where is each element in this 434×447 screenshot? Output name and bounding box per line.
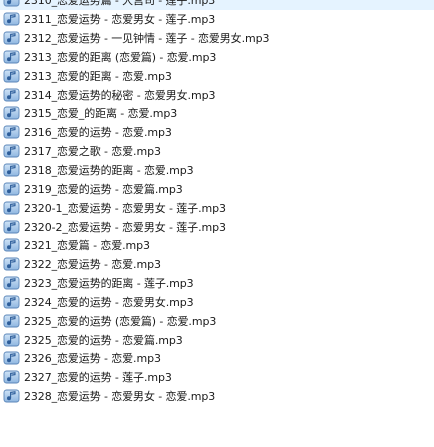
file-list-item[interactable]: 2326_恋爱运势 - 恋爱.mp3 [0, 349, 434, 368]
audio-file-icon [3, 333, 20, 347]
file-list-item[interactable]: 2325_恋爱的运势 (恋爱篇) - 恋爱.mp3 [0, 311, 434, 330]
file-list-item[interactable]: 2320-1_恋爱运势 - 恋爱男女 - 莲子.mp3 [0, 198, 434, 217]
file-list-item[interactable]: 2312_恋爱运势 - 一见钟情 - 莲子 - 恋爱男女.mp3 [0, 29, 434, 48]
file-list-item[interactable]: 2317_恋爱之歌 - 恋爱.mp3 [0, 142, 434, 161]
audio-file-icon [3, 351, 20, 365]
file-list-item[interactable]: 2327_恋爱的运势 - 莲子.mp3 [0, 368, 434, 387]
file-list: 2310_恋爱运势篇 - 大宫司 - 莲子.mp3 2311_恋爱运势 - 恋爱… [0, 0, 434, 447]
file-name: 2312_恋爱运势 - 一见钟情 - 莲子 - 恋爱男女.mp3 [24, 32, 270, 46]
audio-file-icon [3, 12, 20, 26]
file-name: 2320-1_恋爱运势 - 恋爱男女 - 莲子.mp3 [24, 201, 226, 215]
file-name: 2323_恋爱运势的距离 - 莲子.mp3 [24, 277, 194, 291]
file-list-item[interactable]: 2316_恋爱的运势 - 恋爱.mp3 [0, 123, 434, 142]
file-list-item[interactable]: 2325_恋爱的运势 - 恋爱篇.mp3 [0, 330, 434, 349]
file-list-item[interactable]: 2314_恋爱运势的秘密 - 恋爱男女.mp3 [0, 85, 434, 104]
file-name: 2316_恋爱的运势 - 恋爱.mp3 [24, 126, 172, 140]
file-name: 2324_恋爱的运势 - 恋爱男女.mp3 [24, 295, 194, 309]
file-list-item[interactable]: 2315_恋爱_的距离 - 恋爱.mp3 [0, 104, 434, 123]
file-name: 2314_恋爱运势的秘密 - 恋爱男女.mp3 [24, 88, 216, 102]
audio-file-icon [3, 238, 20, 252]
audio-file-icon [3, 125, 20, 139]
file-list-rows: 2310_恋爱运势篇 - 大宫司 - 莲子.mp3 2311_恋爱运势 - 恋爱… [0, 0, 434, 406]
audio-file-icon [3, 182, 20, 196]
file-list-item[interactable]: 2320-2_恋爱运势 - 恋爱男女 - 莲子.mp3 [0, 217, 434, 236]
file-list-item[interactable]: 2324_恋爱的运势 - 恋爱男女.mp3 [0, 293, 434, 312]
file-name: 2322_恋爱运势 - 恋爱.mp3 [24, 258, 161, 272]
file-name: 2325_恋爱的运势 (恋爱篇) - 恋爱.mp3 [24, 314, 217, 328]
file-name: 2319_恋爱的运势 - 恋爱篇.mp3 [24, 182, 183, 196]
audio-file-icon [3, 69, 20, 83]
file-list-item[interactable]: 2313_恋爱的距离 (恋爱篇) - 恋爱.mp3 [0, 48, 434, 67]
audio-file-icon [3, 389, 20, 403]
file-list-item[interactable]: 2319_恋爱的运势 - 恋爱篇.mp3 [0, 179, 434, 198]
audio-file-icon [3, 0, 20, 7]
file-name: 2325_恋爱的运势 - 恋爱篇.mp3 [24, 333, 183, 347]
file-name: 2326_恋爱运势 - 恋爱.mp3 [24, 352, 161, 366]
audio-file-icon [3, 370, 20, 384]
audio-file-icon [3, 163, 20, 177]
file-list-item[interactable]: 2322_恋爱运势 - 恋爱.mp3 [0, 255, 434, 274]
file-list-item[interactable]: 2311_恋爱运势 - 恋爱男女 - 莲子.mp3 [0, 10, 434, 29]
file-list-item[interactable]: 2313_恋爱的距离 - 恋爱.mp3 [0, 66, 434, 85]
audio-file-icon [3, 314, 20, 328]
audio-file-icon [3, 201, 20, 215]
file-list-item[interactable]: 2321_恋爱篇 - 恋爱.mp3 [0, 236, 434, 255]
file-name: 2313_恋爱的距离 - 恋爱.mp3 [24, 69, 172, 83]
file-list-item[interactable]: 2328_恋爱运势 - 恋爱男女 - 恋爱.mp3 [0, 387, 434, 406]
file-name: 2328_恋爱运势 - 恋爱男女 - 恋爱.mp3 [24, 390, 216, 404]
file-list-item[interactable]: 2323_恋爱运势的距离 - 莲子.mp3 [0, 274, 434, 293]
audio-file-icon [3, 295, 20, 309]
file-name: 2321_恋爱篇 - 恋爱.mp3 [24, 239, 150, 253]
file-name: 2327_恋爱的运势 - 莲子.mp3 [24, 371, 172, 385]
file-list-item[interactable]: 2310_恋爱运势篇 - 大宫司 - 莲子.mp3 [0, 0, 434, 10]
audio-file-icon [3, 88, 20, 102]
audio-file-icon [3, 106, 20, 120]
audio-file-icon [3, 31, 20, 45]
audio-file-icon [3, 220, 20, 234]
file-name: 2317_恋爱之歌 - 恋爱.mp3 [24, 145, 161, 159]
file-name: 2320-2_恋爱运势 - 恋爱男女 - 莲子.mp3 [24, 220, 226, 234]
file-name: 2318_恋爱运势的距离 - 恋爱.mp3 [24, 164, 194, 178]
audio-file-icon [3, 144, 20, 158]
file-name: 2315_恋爱_的距离 - 恋爱.mp3 [24, 107, 178, 121]
audio-file-icon [3, 257, 20, 271]
audio-file-icon [3, 276, 20, 290]
file-list-item[interactable]: 2318_恋爱运势的距离 - 恋爱.mp3 [0, 161, 434, 180]
file-name: 2310_恋爱运势篇 - 大宫司 - 莲子.mp3 [24, 0, 216, 8]
file-name: 2311_恋爱运势 - 恋爱男女 - 莲子.mp3 [24, 13, 216, 27]
file-name: 2313_恋爱的距离 (恋爱篇) - 恋爱.mp3 [24, 50, 217, 64]
audio-file-icon [3, 50, 20, 64]
